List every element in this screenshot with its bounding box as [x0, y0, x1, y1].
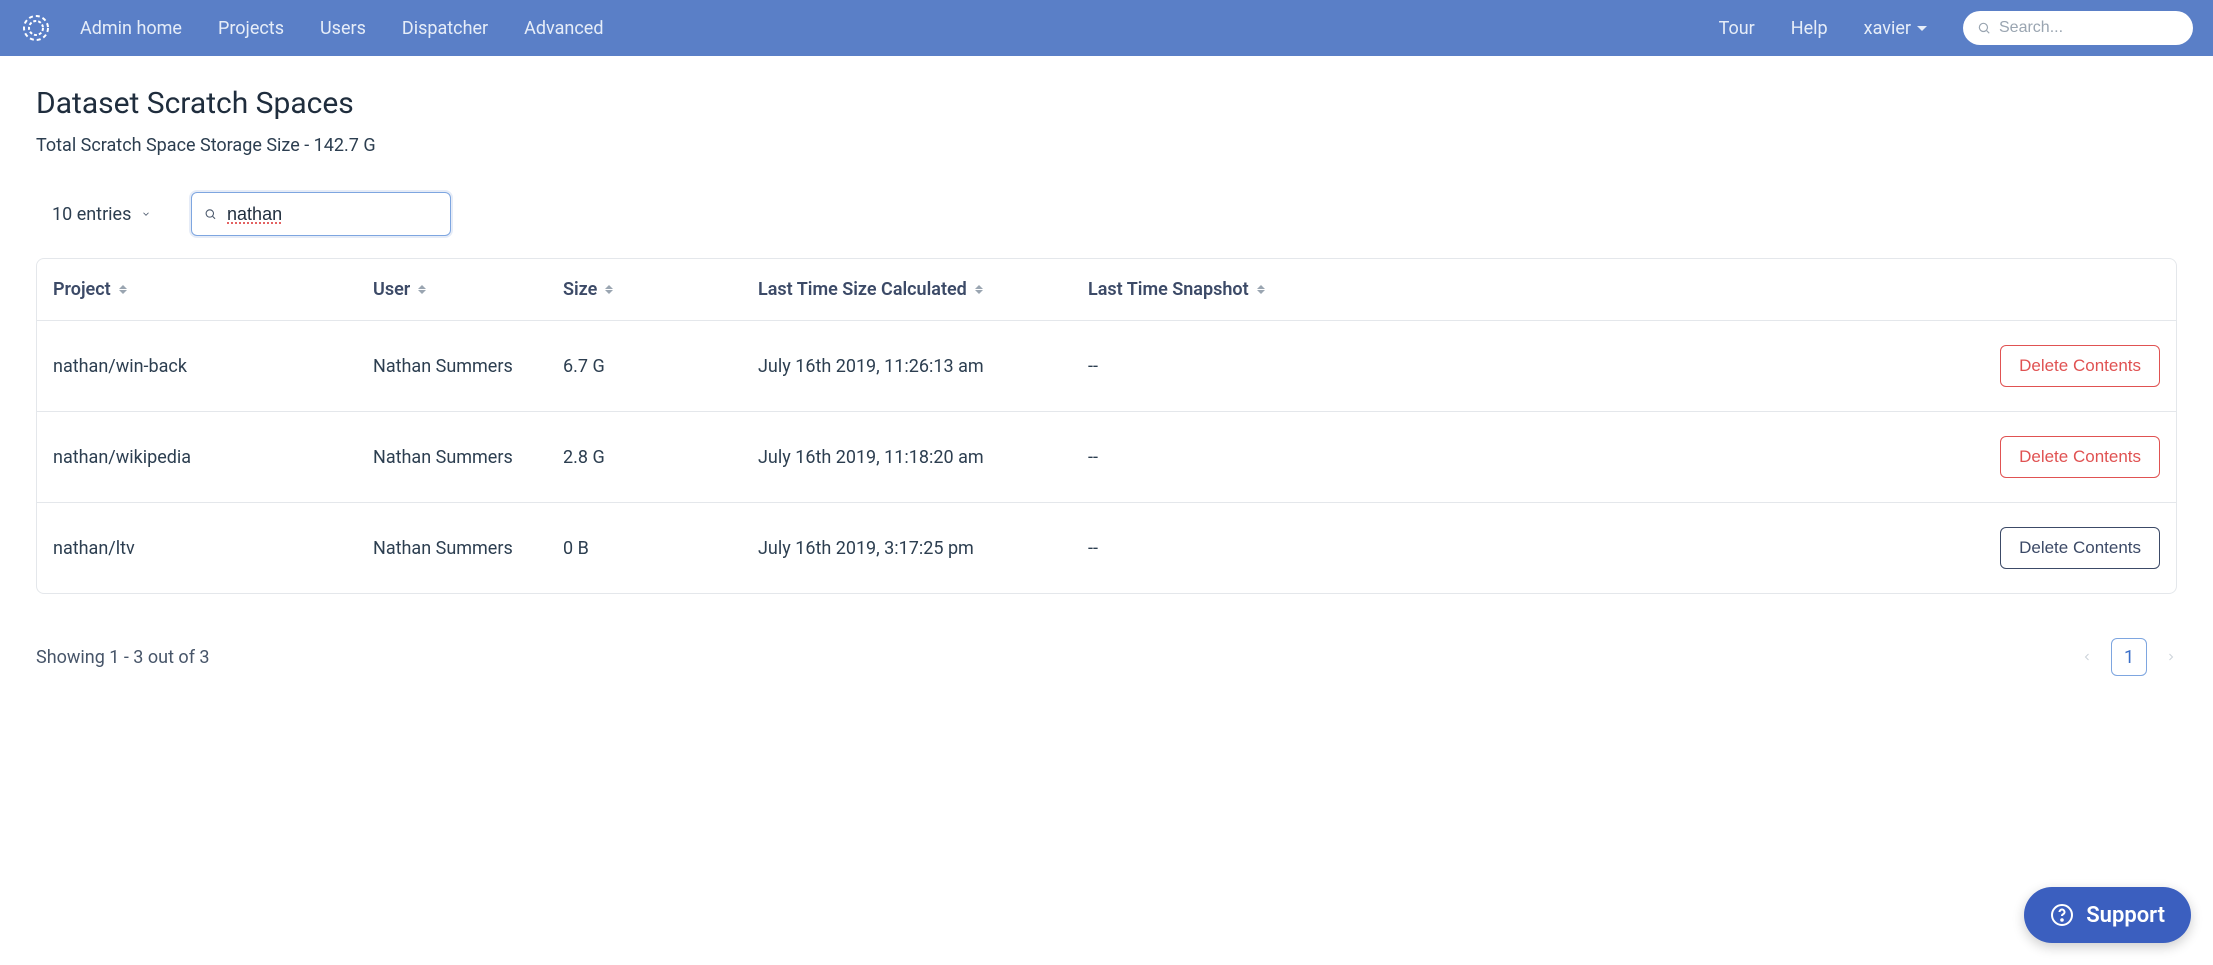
cell-size: 6.7 G: [563, 356, 758, 377]
col-header-user[interactable]: User: [373, 279, 563, 300]
cell-snapshot: --: [1088, 447, 1348, 468]
col-header-label: User: [373, 279, 410, 300]
cell-project: nathan/win-back: [53, 356, 373, 377]
sort-icon: [418, 285, 426, 294]
col-header-action: [1348, 279, 2160, 300]
delete-contents-button[interactable]: Delete Contents: [2000, 345, 2160, 387]
col-header-label: Project: [53, 279, 111, 300]
support-button[interactable]: Support: [2024, 887, 2191, 943]
table-row: nathan/win-backNathan Summers6.7 GJuly 1…: [37, 321, 2176, 412]
table-row: nathan/ltvNathan Summers0 BJuly 16th 201…: [37, 503, 2176, 593]
table-row: nathan/wikipediaNathan Summers2.8 GJuly …: [37, 412, 2176, 503]
delete-contents-button[interactable]: Delete Contents: [2000, 527, 2160, 569]
nav-user-label: xavier: [1864, 18, 1911, 39]
col-header-snapshot[interactable]: Last Time Snapshot: [1088, 279, 1348, 300]
nav-admin-home[interactable]: Admin home: [80, 18, 182, 39]
cell-action: Delete Contents: [1348, 527, 2160, 569]
cell-action: Delete Contents: [1348, 436, 2160, 478]
scratch-space-table: Project User Size Last Time Size Calcula…: [36, 258, 2177, 594]
col-header-label: Size: [563, 279, 597, 300]
sort-icon: [1257, 285, 1265, 294]
cell-snapshot: --: [1088, 356, 1348, 377]
cell-calculated: July 16th 2019, 11:18:20 am: [758, 447, 1088, 468]
chevron-left-icon: [2081, 651, 2093, 663]
support-label: Support: [2086, 903, 2165, 928]
col-header-label: Last Time Size Calculated: [758, 279, 967, 300]
col-header-calculated[interactable]: Last Time Size Calculated: [758, 279, 1088, 300]
nav-tour[interactable]: Tour: [1719, 18, 1755, 39]
pager: 1: [2081, 638, 2177, 676]
entries-label: 10 entries: [52, 204, 131, 225]
table-body: nathan/win-backNathan Summers6.7 GJuly 1…: [37, 321, 2176, 593]
nav-links: Admin home Projects Users Dispatcher Adv…: [80, 18, 603, 39]
pager-prev[interactable]: [2081, 647, 2093, 668]
sort-icon: [119, 285, 127, 294]
nav-help[interactable]: Help: [1791, 18, 1828, 39]
cell-calculated: July 16th 2019, 3:17:25 pm: [758, 538, 1088, 559]
cell-project: nathan/ltv: [53, 538, 373, 559]
col-header-size[interactable]: Size: [563, 279, 758, 300]
cell-user: Nathan Summers: [373, 447, 563, 468]
col-header-project[interactable]: Project: [53, 279, 373, 300]
global-search-input[interactable]: [1999, 19, 2179, 37]
page-subtitle: Total Scratch Space Storage Size - 142.7…: [36, 135, 2177, 156]
search-icon: [204, 207, 217, 221]
showing-text: Showing 1 - 3 out of 3: [36, 647, 210, 668]
chevron-right-icon: [2165, 651, 2177, 663]
help-icon: [2050, 903, 2074, 927]
cell-user: Nathan Summers: [373, 538, 563, 559]
sort-icon: [975, 285, 983, 294]
global-search[interactable]: [1963, 11, 2193, 45]
cell-action: Delete Contents: [1348, 345, 2160, 387]
chevron-down-icon: [141, 209, 151, 219]
page-content: Dataset Scratch Spaces Total Scratch Spa…: [0, 56, 2213, 706]
cell-snapshot: --: [1088, 538, 1348, 559]
pager-next[interactable]: [2165, 647, 2177, 668]
cell-size: 2.8 G: [563, 447, 758, 468]
table-footer: Showing 1 - 3 out of 3 1: [36, 638, 2177, 676]
nav-projects[interactable]: Projects: [218, 18, 284, 39]
table-controls: 10 entries: [36, 192, 2177, 236]
filter-input[interactable]: [227, 204, 438, 225]
nav-users[interactable]: Users: [320, 18, 366, 39]
pager-page-1[interactable]: 1: [2111, 638, 2147, 676]
nav-right: Tour Help xavier: [1719, 11, 2193, 45]
cell-calculated: July 16th 2019, 11:26:13 am: [758, 356, 1088, 377]
nav-user-menu[interactable]: xavier: [1864, 18, 1927, 39]
top-nav: Admin home Projects Users Dispatcher Adv…: [0, 0, 2213, 56]
nav-advanced[interactable]: Advanced: [524, 18, 603, 39]
table-header: Project User Size Last Time Size Calcula…: [37, 259, 2176, 321]
page-title: Dataset Scratch Spaces: [36, 86, 2177, 121]
delete-contents-button[interactable]: Delete Contents: [2000, 436, 2160, 478]
nav-dispatcher[interactable]: Dispatcher: [402, 18, 488, 39]
entries-select[interactable]: 10 entries: [52, 204, 151, 225]
logo-icon: [20, 12, 52, 44]
search-icon: [1977, 21, 1991, 35]
cell-project: nathan/wikipedia: [53, 447, 373, 468]
caret-down-icon: [1917, 26, 1927, 31]
cell-size: 0 B: [563, 538, 758, 559]
filter-box[interactable]: [191, 192, 451, 236]
cell-user: Nathan Summers: [373, 356, 563, 377]
sort-icon: [605, 285, 613, 294]
col-header-label: Last Time Snapshot: [1088, 279, 1249, 300]
